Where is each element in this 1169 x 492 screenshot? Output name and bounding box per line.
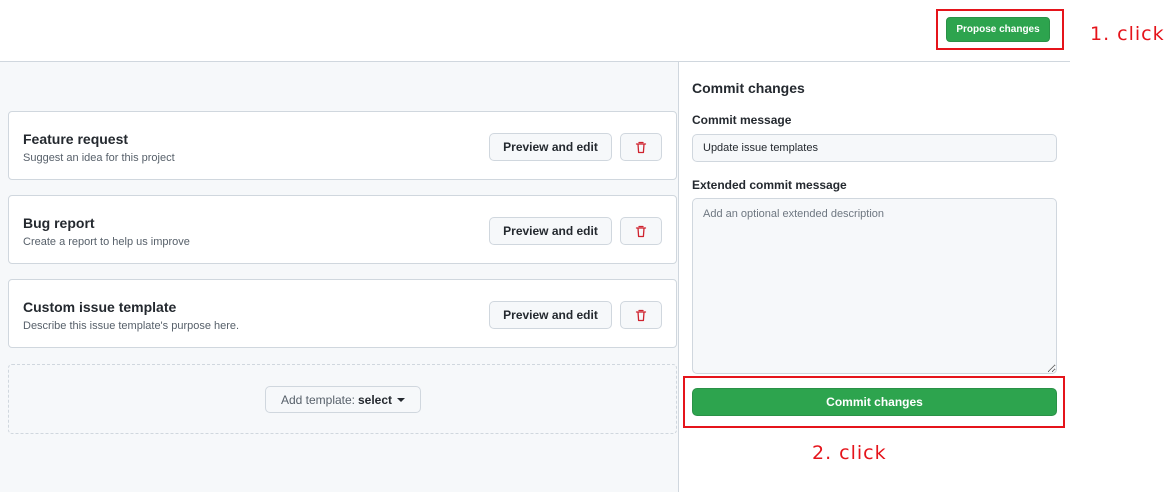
trash-icon [635,141,647,153]
extended-message-textarea[interactable] [692,198,1057,374]
preview-and-edit-button[interactable]: Preview and edit [489,217,612,245]
commit-message-input[interactable] [692,134,1057,162]
template-card-bug-report: Bug report Create a report to help us im… [8,195,677,264]
template-description: Create a report to help us improve [23,236,190,248]
add-template-dropdown[interactable]: Add template: select [265,386,421,413]
template-card-custom: Custom issue template Describe this issu… [8,279,677,348]
template-title: Feature request [23,131,129,147]
template-title: Bug report [23,215,95,231]
annotation-step-2: 2. click [812,442,887,464]
template-description: Suggest an idea for this project [23,152,175,164]
annotation-step-1: 1. click [1090,23,1165,45]
top-bar [0,0,1070,62]
add-template-label: Add template: [280,392,355,407]
add-template-area: Add template: select [8,364,677,434]
extended-message-label: Extended commit message [692,178,847,192]
delete-template-button[interactable] [620,301,662,329]
template-title: Custom issue template [23,299,177,315]
preview-and-edit-button[interactable]: Preview and edit [489,133,612,161]
trash-icon [635,225,647,237]
template-card-feature-request: Feature request Suggest an idea for this… [8,111,677,180]
commit-heading: Commit changes [692,80,805,96]
delete-template-button[interactable] [620,217,662,245]
commit-message-label: Commit message [692,113,792,127]
add-template-selected: select [358,392,393,407]
delete-template-button[interactable] [620,133,662,161]
trash-icon [635,309,647,321]
propose-changes-button[interactable]: Propose changes [946,17,1050,42]
preview-and-edit-button[interactable]: Preview and edit [489,301,612,329]
caret-down-icon [397,397,406,402]
commit-changes-button[interactable]: Commit changes [692,388,1057,416]
template-description: Describe this issue template's purpose h… [23,320,240,332]
